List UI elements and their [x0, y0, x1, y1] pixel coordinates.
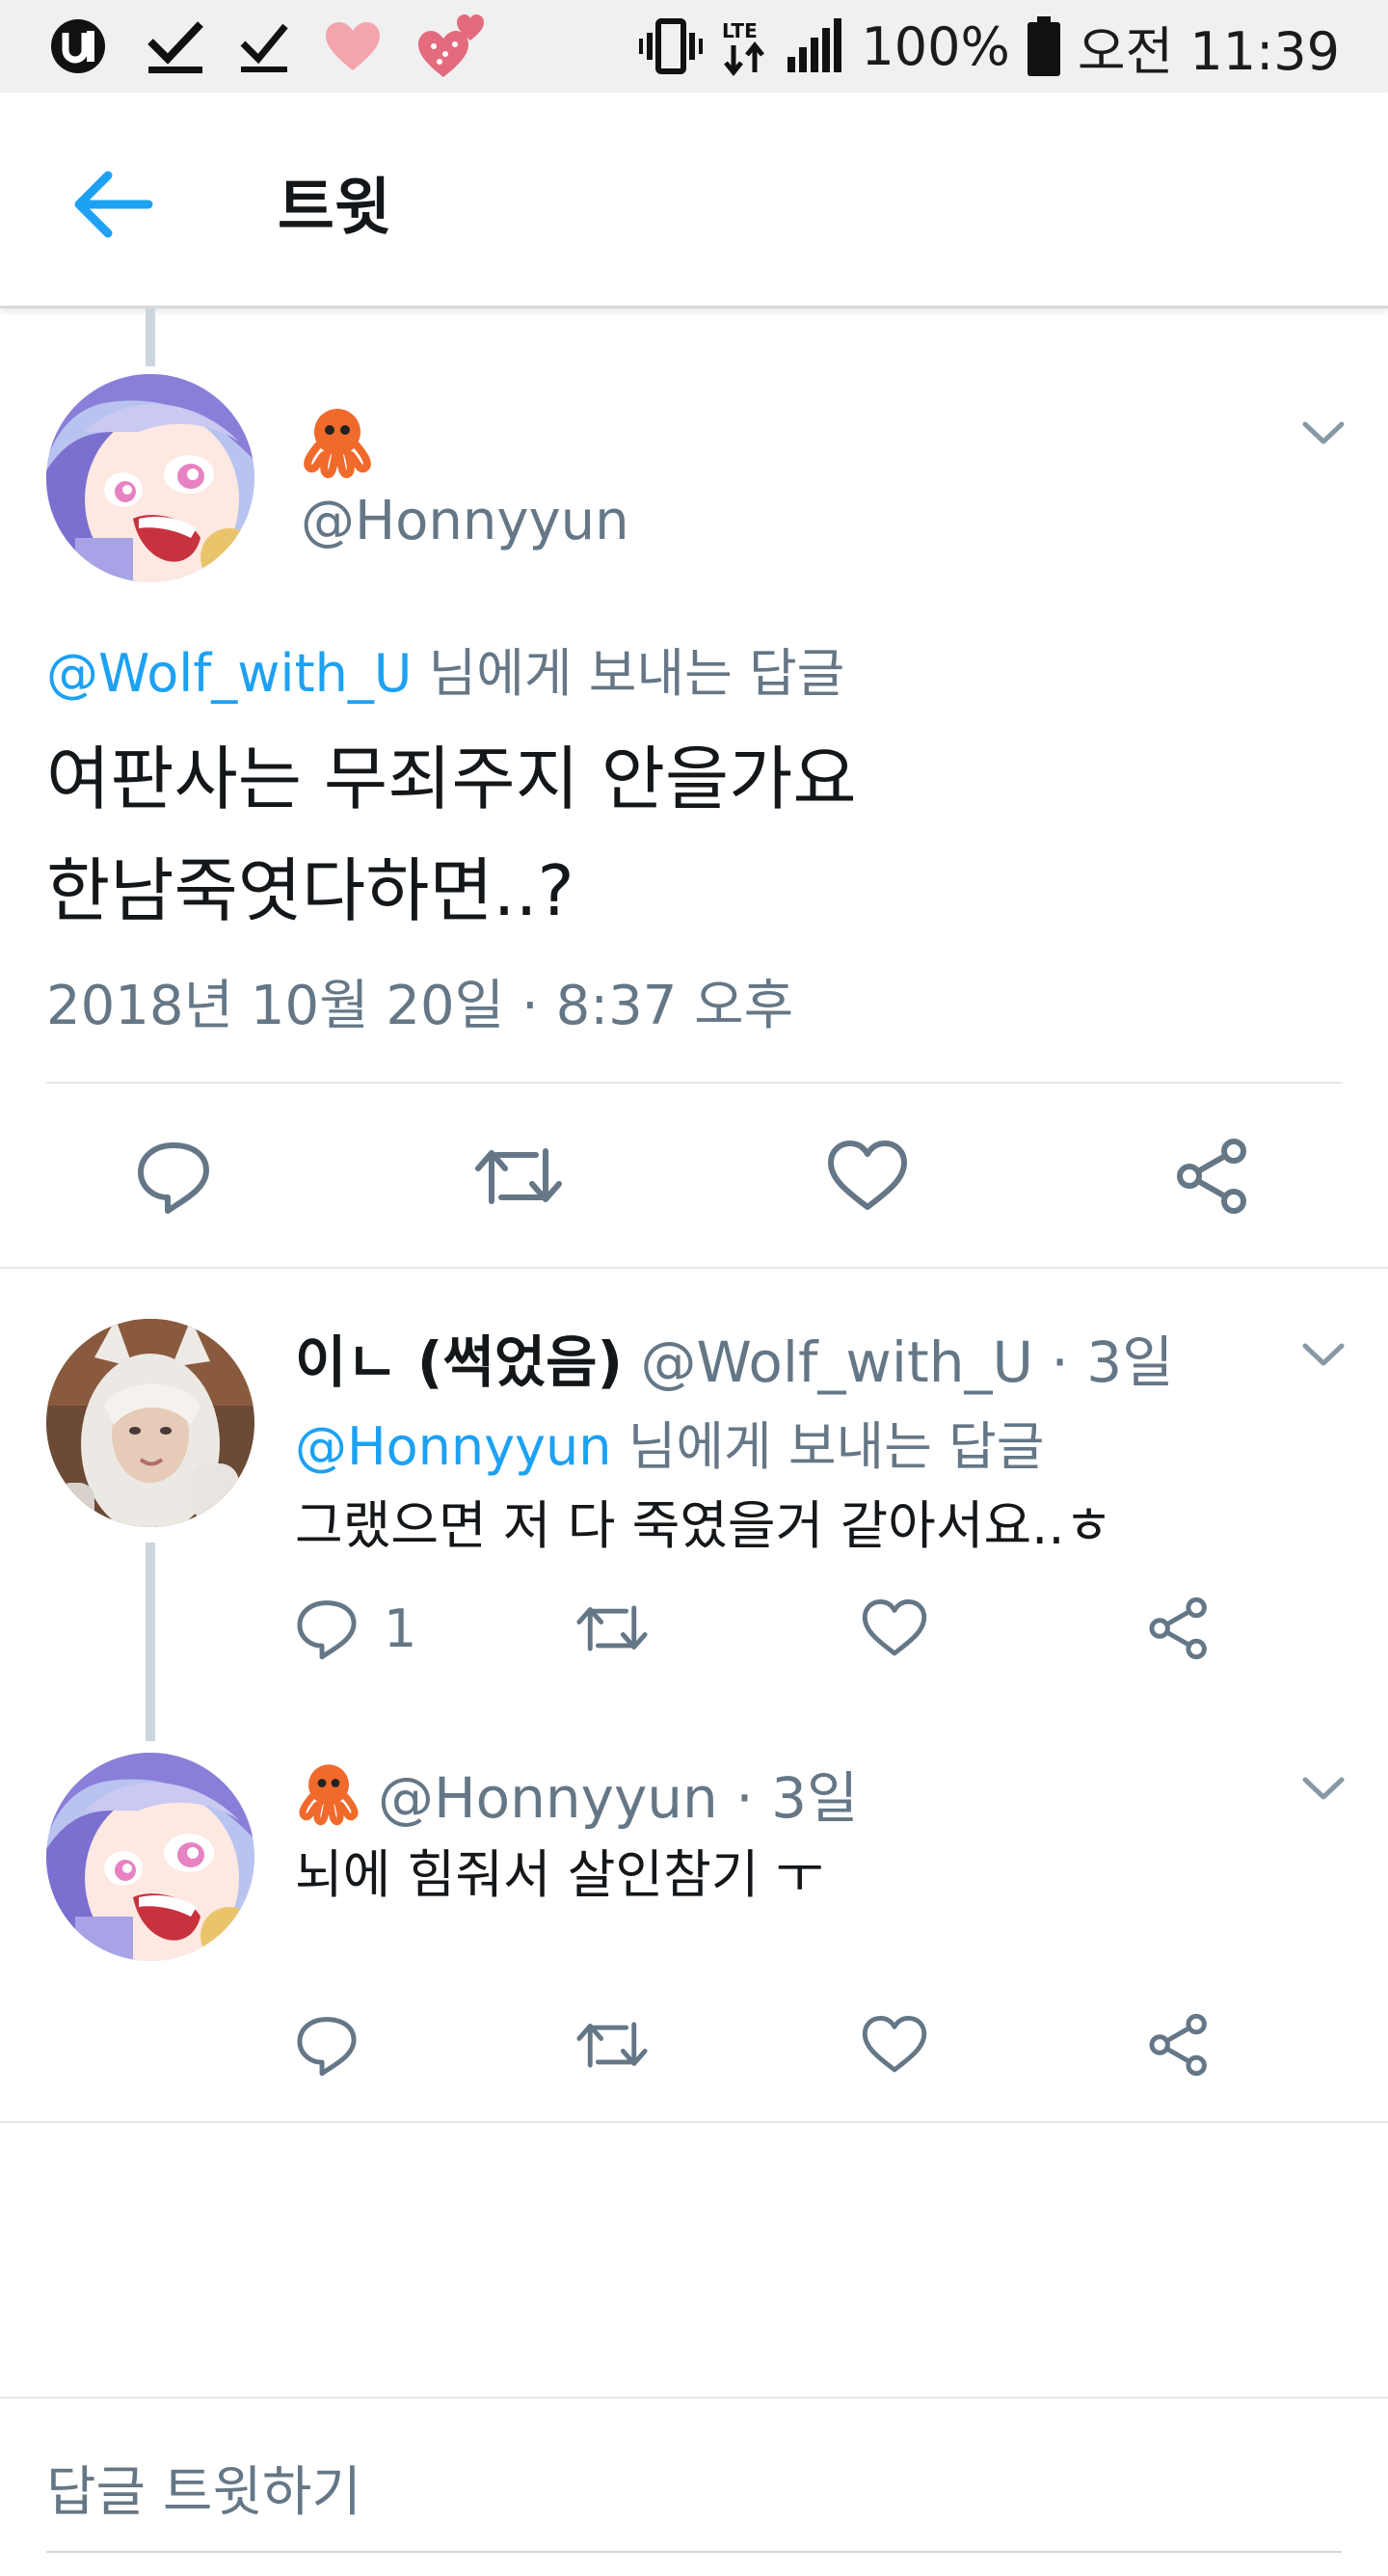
retweet-button[interactable] [574, 2013, 650, 2077]
like-button[interactable] [862, 1597, 927, 1660]
app-header: 트윗 [0, 93, 1388, 309]
reply-text: 그랬으면 저 다 죽였을거 같아서요..ㅎ [295, 1495, 1113, 1556]
carrier-logo-icon [51, 19, 105, 73]
retweet-button[interactable] [472, 1138, 565, 1215]
avatar-honnyyun[interactable] [46, 374, 254, 582]
clock: 오전 11:39 [1077, 20, 1340, 82]
tweet-menu-button[interactable] [1299, 1768, 1348, 1807]
avatar-honnyyun[interactable] [46, 1753, 254, 1961]
tweet-text-line-1: 여판사는 무죄주지 안을가요 [46, 738, 857, 819]
share-button[interactable] [1147, 2013, 1211, 2077]
tweet-text-line-2: 한남죽엿다하면..? [46, 850, 574, 931]
tweet-timestamp: 2018년 10월 20일 · 8:37 오후 [46, 975, 794, 1037]
back-arrow-icon [74, 171, 153, 238]
anime-avatar-image [46, 1753, 254, 1961]
vibrate-icon [639, 18, 704, 74]
reply-author-name[interactable]: 이ㄴ (썩었음) [295, 1329, 623, 1395]
like-button[interactable] [862, 2013, 927, 2077]
heart-notification-icon [326, 22, 380, 70]
reply-button[interactable]: 1 [295, 1597, 416, 1660]
reply-button[interactable] [135, 1138, 212, 1215]
hearts-notification-icon [418, 14, 484, 77]
reply-author-handle[interactable]: @Wolf_with_U · 3일 [640, 1329, 1173, 1395]
retweet-icon [475, 1148, 562, 1204]
compose-underline [46, 2551, 1342, 2553]
share-button[interactable] [1147, 1597, 1211, 1660]
reply-context: @Honnyyun 님에게 보내는 답글 [295, 1404, 1044, 1480]
avatar-wolf-with-u[interactable] [46, 1319, 254, 1527]
signal-icon [787, 18, 842, 72]
chevron-down-icon [1302, 1777, 1345, 1800]
reply-author-line: 이ㄴ (썩었음) @Wolf_with_U · 3일 [295, 1317, 1174, 1398]
check-done-icon [240, 23, 288, 72]
back-button[interactable] [69, 166, 156, 243]
portrait-avatar-image [46, 1319, 254, 1527]
share-icon [1149, 2013, 1207, 2077]
anime-avatar-image [46, 374, 254, 582]
reply-context-label: 님에게 보내는 답글 [412, 643, 845, 704]
retweet-icon [576, 2022, 648, 2068]
chevron-down-icon [1302, 1343, 1345, 1366]
divider [46, 1082, 1342, 1084]
like-icon [828, 1140, 907, 1210]
reply-count: 1 [384, 1597, 417, 1659]
like-icon [862, 2016, 927, 2073]
reply-button[interactable] [295, 2013, 359, 2077]
share-icon [1177, 1139, 1246, 1214]
thread-line [146, 1543, 155, 1741]
reply-author-handle[interactable]: @Honnyyun · 3일 [378, 1753, 858, 1834]
compose-reply-input[interactable]: 답글 트윗하기 [46, 2449, 361, 2527]
page-title: 트윗 [278, 173, 391, 244]
tweet-menu-button[interactable] [1299, 413, 1348, 451]
lte-icon: LTE [722, 19, 765, 76]
like-button[interactable] [827, 1138, 908, 1215]
tweet-text: 여판사는 무죄주지 안을가요 한남죽엿다하면..? [46, 723, 1319, 947]
reply-context: @Wolf_with_U 님에게 보내는 답글 [46, 631, 844, 707]
reply-icon [297, 1600, 357, 1660]
share-button[interactable] [1174, 1138, 1251, 1215]
svg-text:LTE: LTE [722, 19, 758, 42]
octopus-emoji-icon [299, 403, 376, 480]
compose-top-border [0, 2397, 1388, 2399]
chevron-down-icon [1302, 421, 1345, 444]
reply-author-line: @Honnyyun · 3일 [295, 1753, 858, 1834]
divider [0, 2121, 1388, 2123]
reply-text: 뇌에 힘줘서 살인참기 ㅜ [295, 1844, 824, 1905]
reply-icon [297, 2017, 357, 2077]
tweet-menu-button[interactable] [1299, 1334, 1348, 1373]
reply-context-label: 님에게 보내는 답글 [611, 1416, 1045, 1477]
thread-line-top [146, 309, 155, 366]
status-bar: LTE 100% 오전 11:39 [0, 0, 1388, 93]
battery-icon [1027, 16, 1060, 76]
mention-link[interactable]: @Honnyyun [295, 1416, 611, 1477]
octopus-emoji-icon [299, 1764, 359, 1826]
battery-percent: 100% [861, 15, 1010, 77]
share-icon [1149, 1597, 1207, 1660]
retweet-button[interactable] [574, 1597, 650, 1660]
download-done-icon [147, 21, 203, 73]
retweet-icon [576, 1605, 648, 1651]
author-handle[interactable]: @Honnyyun [301, 490, 629, 552]
mention-link[interactable]: @Wolf_with_U [46, 643, 412, 704]
like-icon [862, 1599, 927, 1656]
reply-icon [138, 1142, 209, 1214]
divider [0, 1267, 1388, 1269]
